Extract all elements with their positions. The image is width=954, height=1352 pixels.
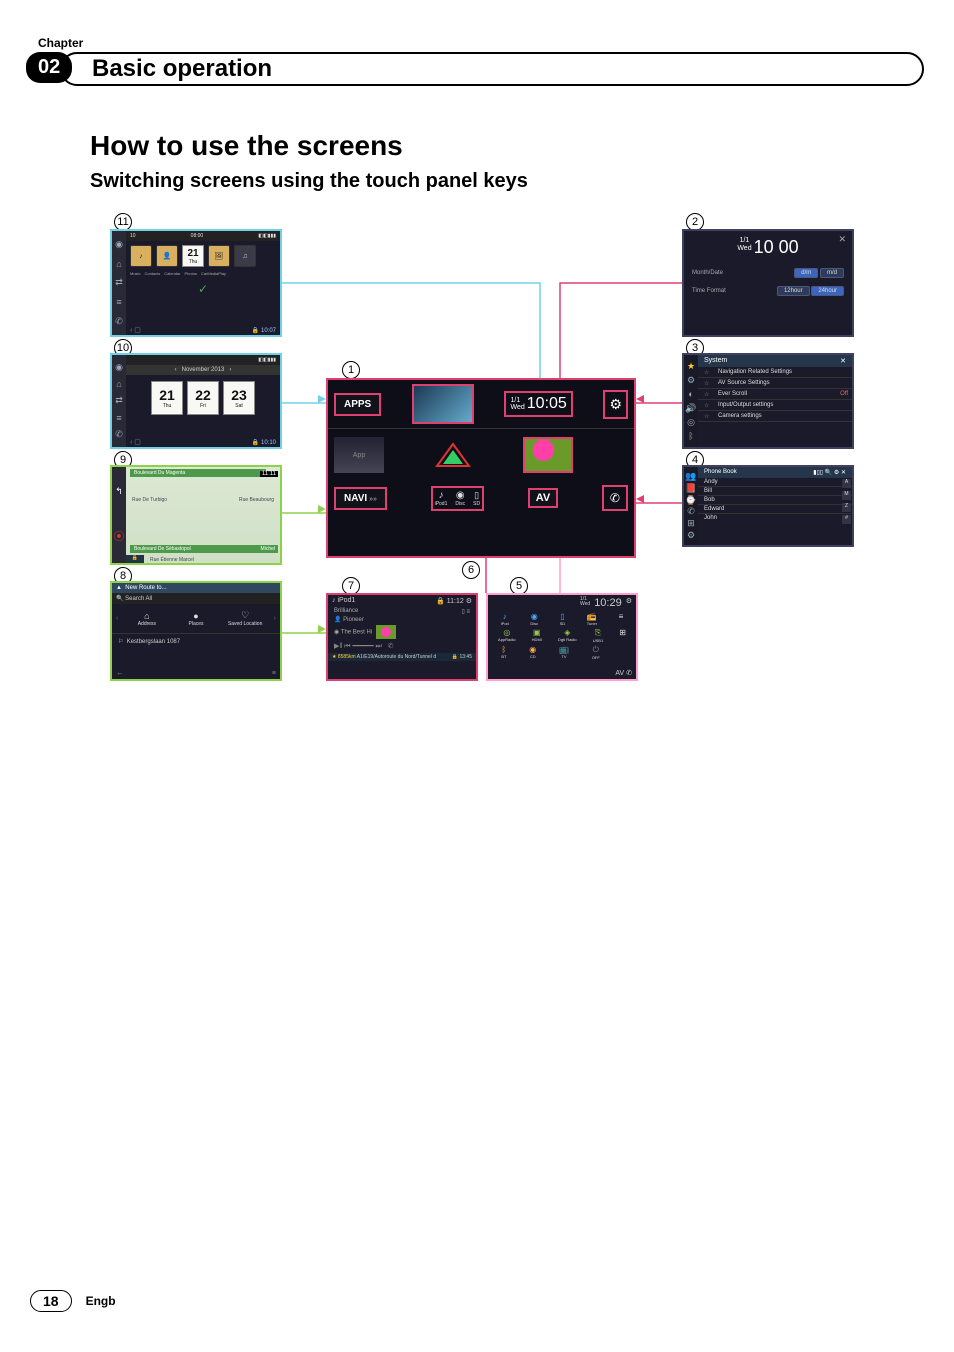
music-icon: ♪ xyxy=(130,245,152,267)
phone-button[interactable]: ✆ xyxy=(602,485,628,511)
chapter-title: Basic operation xyxy=(60,52,924,86)
screen-2-time-setting: ✕ 1/1Wed10 00 Month/Date d/m m/d Time Fo… xyxy=(682,229,854,337)
day-thu: 21Thu xyxy=(151,381,183,415)
callout-6: 6 xyxy=(462,561,480,579)
av-source-bar[interactable]: ♪iPod1 ◉Disc ▯SD xyxy=(431,486,484,511)
list-item[interactable]: Bill xyxy=(698,487,852,496)
language-label: Engb xyxy=(86,1294,116,1308)
callout-1: 1 xyxy=(342,361,360,379)
left-dock: ↰⦿ xyxy=(112,467,126,563)
av-button[interactable]: AV xyxy=(528,488,558,508)
status-time: 🔒 10:07 xyxy=(252,327,276,334)
day-sat: 23Sat xyxy=(223,381,255,415)
list-item[interactable]: Input/Output settings xyxy=(698,400,852,411)
app-thumb: App xyxy=(334,437,384,473)
screen-3-system-settings: ★⚙◐🔊◎ᛒ System✕ Navigation Related Settin… xyxy=(682,353,854,449)
dm-button[interactable]: d/m xyxy=(794,268,818,278)
apps-button[interactable]: APPS xyxy=(334,393,381,416)
md-button[interactable]: m/d xyxy=(820,268,844,278)
screen-9-map: ↰⦿ Boulevard Du Magenta 11:11 Rue De Tur… xyxy=(110,465,282,565)
page-subheading: Switching screens using the touch panel … xyxy=(90,170,894,193)
page-number: 18 xyxy=(30,1290,72,1312)
nav-triangle-thumb xyxy=(421,433,485,477)
screen-8-new-route: ▲ New Route to... 🔍 Search All ‹ ⌂Addres… xyxy=(110,581,282,681)
nav-preview-tile[interactable] xyxy=(412,384,474,424)
navi-button[interactable]: NAVI »» xyxy=(334,487,387,510)
gear-icon: ⚙ xyxy=(609,396,622,412)
screen-11-appradio-home: ◉⌂⇄≡✆ 1008:00◧◧▮▮▮ ♪ 👤 21Thu 🖼 ♫ MusicCo… xyxy=(110,229,282,337)
av-preview-tile xyxy=(523,437,573,473)
contacts-icon: 👤 xyxy=(156,245,178,267)
list-item[interactable]: Andy xyxy=(698,478,852,487)
12h-button[interactable]: 12hour xyxy=(777,286,810,296)
list-item[interactable]: John xyxy=(698,514,852,522)
clock-tile[interactable]: 1/1Wed 10:05 xyxy=(504,391,572,417)
chapter-number-badge: 02 xyxy=(26,52,72,83)
list-item[interactable]: Navigation Related Settings xyxy=(698,367,852,378)
settings-gear-button[interactable]: ⚙ xyxy=(603,390,628,419)
screen-7-ipod-player: ♪ iPod1🔒 11:12 ⚙ Brilliance▯ ≡ 👤 Pioneer… xyxy=(326,593,478,681)
close-icon[interactable]: ✕ xyxy=(840,357,846,365)
close-icon[interactable]: ✕ xyxy=(838,234,846,245)
screen-10-calendar: ◉⌂⇄≡✆ ◧◧▮▮▮ ‹ November 2013 › 21Thu 22Fr… xyxy=(110,353,282,449)
chapter-label: Chapter xyxy=(38,36,83,50)
list-item[interactable]: Bob xyxy=(698,496,852,505)
list-item[interactable]: Camera settings xyxy=(698,411,852,422)
left-dock: ◉⌂⇄≡✆ xyxy=(112,231,126,335)
settings-dock: ★⚙◐🔊◎ᛒ xyxy=(684,355,698,447)
check-icon: ✓ xyxy=(198,282,208,296)
current-road: Boulevard Du Magenta xyxy=(130,469,266,477)
list-item[interactable]: Ever ScrollOff xyxy=(698,389,852,400)
list-item[interactable]: Edward xyxy=(698,505,852,514)
24h-button[interactable]: 24hour xyxy=(811,286,844,296)
screen-4-phone-book: 👥📕⌚✆⊞⚙ Phone Book▮▯▯ 🔍 ⚙ ✕ Andy Bill Bob… xyxy=(682,465,854,547)
left-dock: ◉⌂⇄≡✆ xyxy=(112,355,126,447)
day-fri: 22Fri xyxy=(187,381,219,415)
page-heading: How to use the screens xyxy=(90,130,894,162)
carmedia-icon: ♫ xyxy=(234,245,256,267)
photos-icon: 🖼 xyxy=(208,245,230,267)
calendar-tile: 21Thu xyxy=(182,245,204,267)
phone-icon: ✆ xyxy=(610,491,620,505)
screen-flow-diagram: 11 10 9 8 1 7 6 5 2 3 4 ◉⌂⇄≡✆ 1008:00◧◧▮… xyxy=(90,213,850,683)
screen-5-av-source: 1/1Wed 10:29⚙ ♪iPod ◉Disc ▯SD 📻Tuner ≡ ◎… xyxy=(486,593,638,681)
list-item[interactable]: AV Source Settings xyxy=(698,378,852,389)
screen-1-top-menu: APPS 1/1Wed 10:05 ⚙ App NAVI »» ♪iP xyxy=(326,378,636,558)
phone-dock: 👥📕⌚✆⊞⚙ xyxy=(684,467,698,545)
